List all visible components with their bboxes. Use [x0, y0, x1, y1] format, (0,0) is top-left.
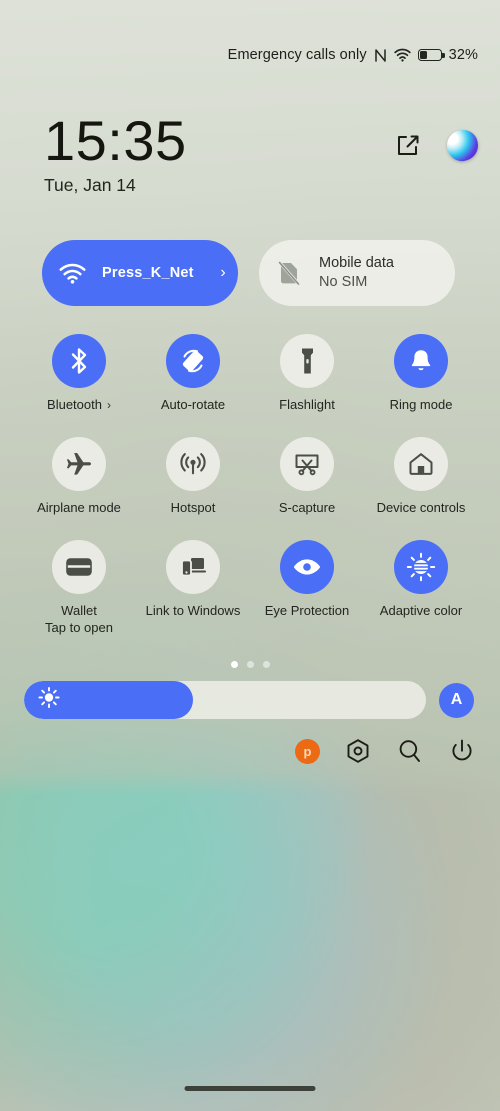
- mobile-data-subtitle: No SIM: [319, 274, 368, 290]
- quick-tiles-grid: Bluetooth › Auto-rotate Flashlight Ring …: [22, 334, 478, 635]
- airplane-icon: [52, 437, 106, 491]
- power-icon[interactable]: [448, 737, 476, 765]
- battery-percent-label: 32%: [448, 47, 478, 63]
- pager-dot-2[interactable]: [246, 661, 254, 668]
- settings-hexagon-icon[interactable]: [344, 737, 372, 765]
- pager-dot-1[interactable]: [230, 661, 238, 668]
- phone-link-icon: [166, 540, 220, 594]
- tile-ring-mode[interactable]: Ring mode: [364, 334, 478, 412]
- mobile-data-title: Mobile data: [319, 255, 394, 272]
- chevron-right-icon[interactable]: ›: [208, 264, 238, 282]
- tile-device-controls[interactable]: Device controls: [364, 437, 478, 515]
- sim-off-icon: [259, 259, 319, 287]
- wifi-icon: [394, 48, 411, 62]
- tile-eye-protection[interactable]: Eye Protection: [250, 540, 364, 635]
- clock-date: Tue, Jan 14: [44, 175, 136, 196]
- tile-label: Bluetooth ›: [47, 397, 111, 412]
- carrier-label: Emergency calls only: [227, 47, 367, 63]
- wifi-tile-title: Press_K_Net: [102, 265, 194, 281]
- tile-label: Device controls: [376, 500, 466, 515]
- tile-label: Eye Protection: [264, 603, 350, 618]
- home-gesture-bar[interactable]: [184, 1086, 316, 1091]
- tile-label: Auto-rotate: [160, 397, 226, 412]
- tile-label: Link to Windows: [145, 603, 241, 618]
- wallet-icon: [52, 540, 106, 594]
- mobile-data-tile[interactable]: Mobile data No SIM: [259, 240, 455, 306]
- tile-label: S-capture: [278, 500, 336, 515]
- tile-hotspot[interactable]: Hotspot: [136, 437, 250, 515]
- brightness-slider[interactable]: [24, 681, 426, 719]
- tile-label: Flashlight: [279, 397, 335, 412]
- home-icon: [394, 437, 448, 491]
- chevron-right-icon[interactable]: ›: [107, 398, 111, 412]
- brightness-row: A: [24, 681, 474, 719]
- user-avatar-icon[interactable]: p: [295, 738, 320, 764]
- wifi-icon: [42, 263, 102, 284]
- status-bar: Emergency calls only 32%: [228, 47, 478, 63]
- tile-auto-rotate[interactable]: Auto-rotate: [136, 334, 250, 412]
- pager-dot-3[interactable]: [262, 661, 270, 668]
- hotspot-icon: [166, 437, 220, 491]
- tile-wallet[interactable]: Wallet Tap to open: [22, 540, 136, 635]
- clock-time: 15:35: [44, 109, 187, 172]
- nfc-icon: [374, 48, 387, 63]
- adaptive-color-icon: [394, 540, 448, 594]
- tile-bluetooth[interactable]: Bluetooth ›: [22, 334, 136, 412]
- tile-sublabel: Tap to open: [45, 620, 113, 635]
- footer-actions: p: [295, 737, 476, 765]
- wifi-tile[interactable]: Press_K_Net ›: [42, 240, 238, 306]
- bluetooth-icon: [52, 334, 106, 388]
- tile-label: Adaptive color: [379, 603, 463, 618]
- battery-icon: [417, 48, 445, 62]
- pager-dots: [0, 661, 500, 668]
- tile-label: Airplane mode: [37, 500, 121, 515]
- auto-rotate-icon: [166, 334, 220, 388]
- bell-icon: [394, 334, 448, 388]
- tile-label: Hotspot: [170, 500, 216, 515]
- clock-block: 15:35 Tue, Jan 14: [44, 112, 187, 196]
- screenshot-crop-icon: [280, 437, 334, 491]
- edit-icon[interactable]: [395, 133, 421, 159]
- profile-blob-icon[interactable]: [444, 127, 481, 164]
- flashlight-icon: [280, 334, 334, 388]
- eye-icon: [280, 540, 334, 594]
- tile-adaptive-color[interactable]: Adaptive color: [364, 540, 478, 635]
- tile-s-capture[interactable]: S-capture: [250, 437, 364, 515]
- header-actions: [395, 127, 481, 164]
- connectivity-tiles: Press_K_Net › Mobile data No SIM: [42, 240, 455, 306]
- search-icon[interactable]: [396, 737, 424, 765]
- auto-brightness-button[interactable]: A: [439, 682, 474, 718]
- brightness-sun-icon: [38, 686, 60, 714]
- tile-label: Ring mode: [389, 397, 453, 412]
- tile-airplane-mode[interactable]: Airplane mode: [22, 437, 136, 515]
- tile-link-to-windows[interactable]: Link to Windows: [136, 540, 250, 635]
- tile-flashlight[interactable]: Flashlight: [250, 334, 364, 412]
- tile-label: Wallet: [61, 603, 97, 618]
